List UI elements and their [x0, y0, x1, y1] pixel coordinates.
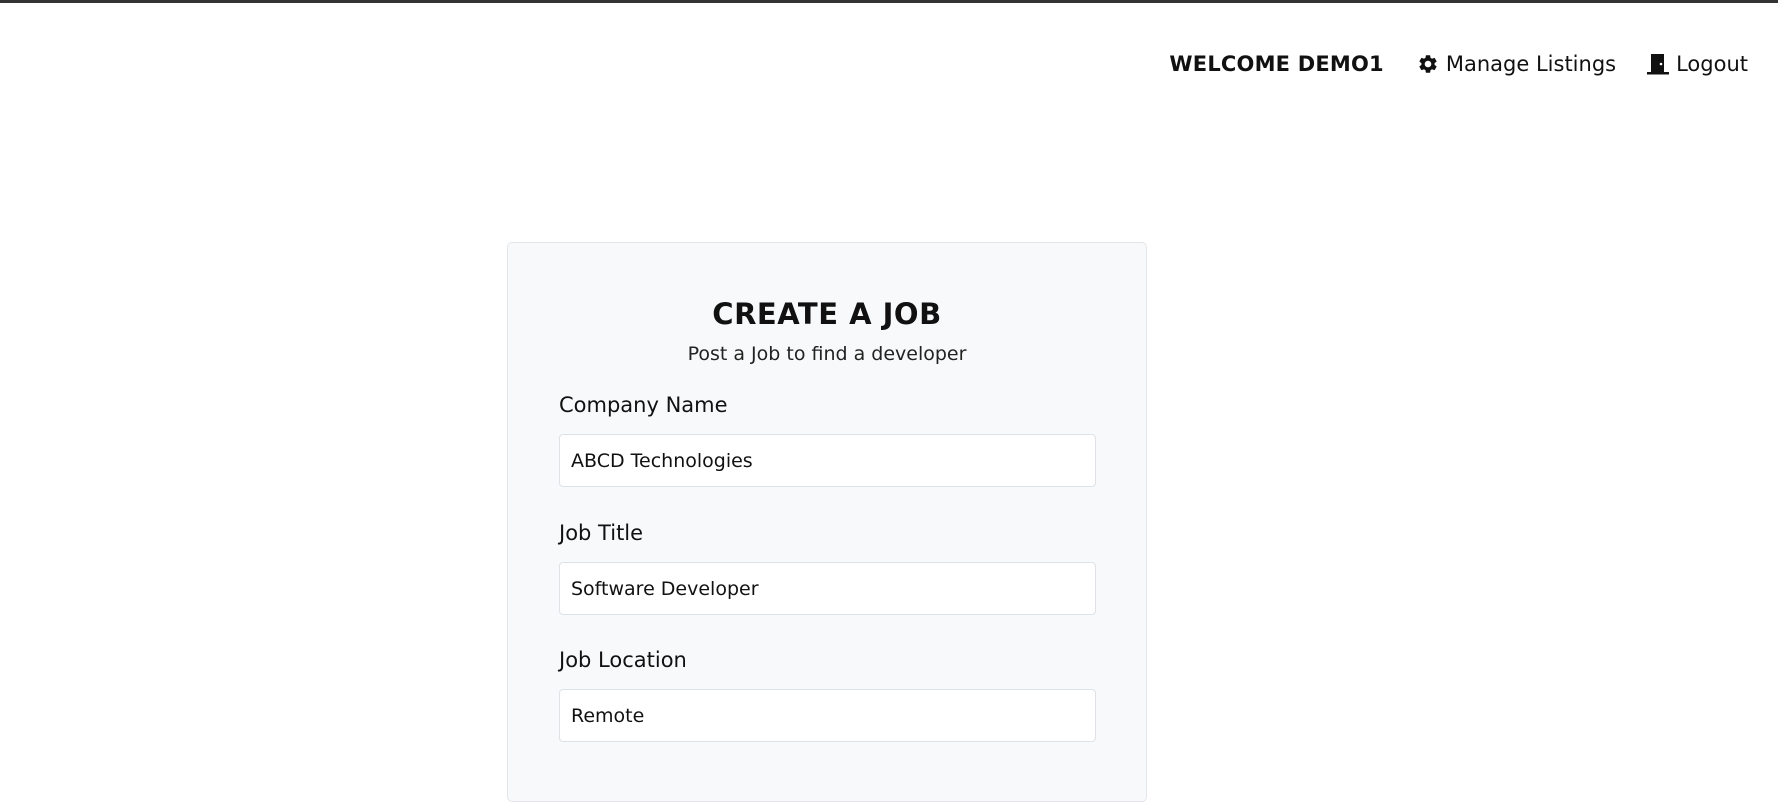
company-name-input[interactable] — [559, 434, 1096, 487]
job-title-label: Job Title — [559, 521, 644, 545]
logout-link[interactable]: Logout — [1646, 52, 1748, 76]
job-location-label: Job Location — [559, 648, 687, 672]
manage-listings-link[interactable]: Manage Listings — [1416, 52, 1616, 76]
welcome-text: WELCOME DEMO1 — [1169, 52, 1384, 76]
create-job-card: CREATE A JOB Post a Job to find a develo… — [507, 242, 1147, 802]
manage-listings-label: Manage Listings — [1445, 52, 1617, 76]
logout-label: Logout — [1676, 52, 1748, 76]
job-location-input[interactable] — [559, 689, 1096, 742]
company-name-label: Company Name — [559, 393, 728, 417]
page-title: CREATE A JOB — [712, 297, 942, 331]
door-icon — [1646, 52, 1670, 76]
top-navbar: WELCOME DEMO1 Manage Listings Logout — [1169, 46, 1748, 82]
page-subtitle: Post a Job to find a developer — [687, 343, 967, 365]
job-title-input[interactable] — [559, 562, 1096, 615]
top-border — [0, 0, 1778, 3]
gear-icon — [1416, 52, 1440, 76]
